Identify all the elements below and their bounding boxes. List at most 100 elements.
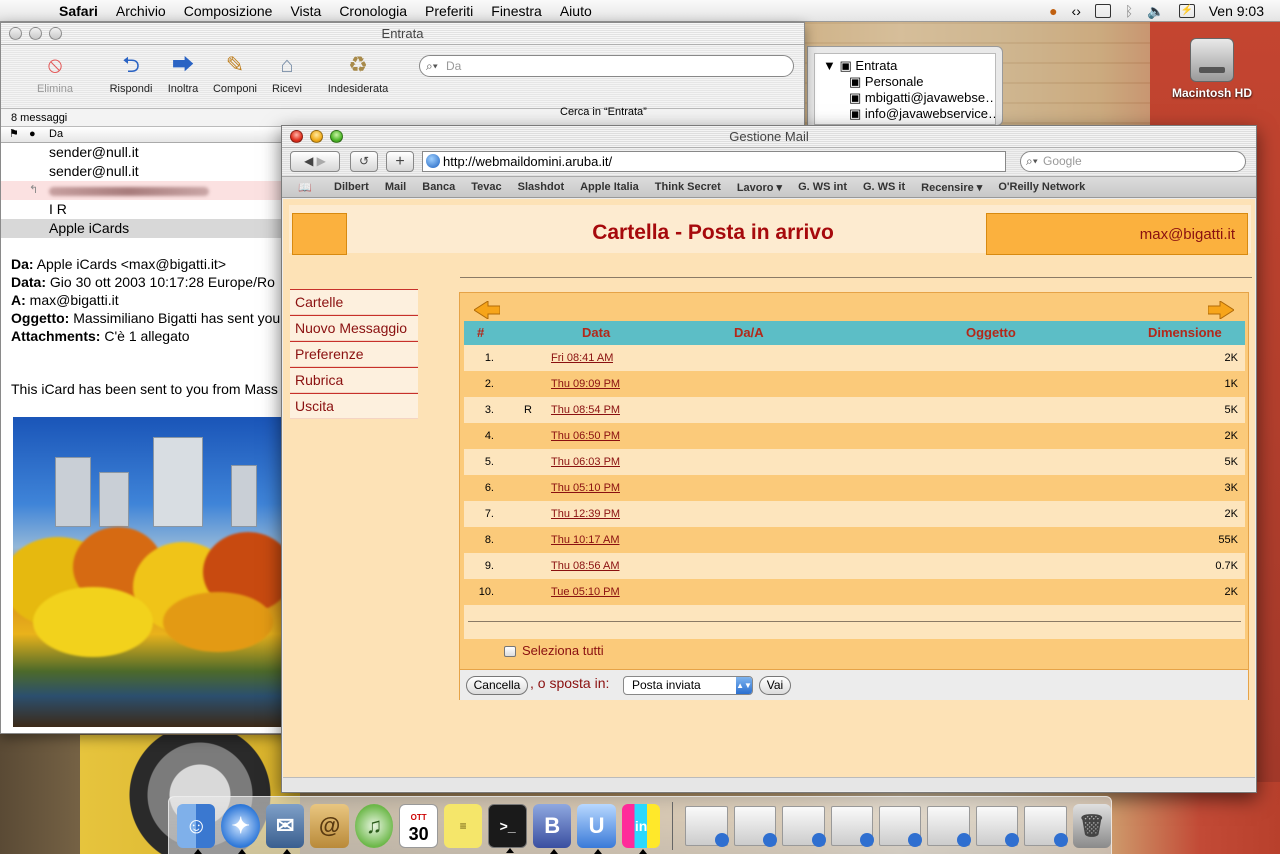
column-size[interactable]: Dimensione (1148, 321, 1222, 345)
table-row[interactable]: 1.Fri 08:41 AMGianfranco 2K (464, 345, 1245, 371)
minimized-window-icon[interactable] (878, 805, 923, 847)
forward-arrow-icon[interactable]: ▶ (317, 154, 326, 168)
table-row[interactable]: 2.Thu 09:09 PMCabel Sasser[eList T] Newe… (464, 371, 1245, 397)
minimized-window-icon[interactable] (733, 805, 778, 847)
trash-icon[interactable]: 🗑 (1072, 803, 1111, 848)
drawer-item-entrata[interactable]: ▼ ▣ Entrata (823, 58, 995, 74)
display-icon[interactable] (1094, 4, 1111, 18)
mail-titlebar[interactable]: Entrata (1, 23, 804, 45)
minimized-window-icon[interactable] (830, 805, 875, 847)
menubar-clock[interactable]: Ven 9:03 (1209, 3, 1264, 19)
minimized-window-icon[interactable] (1024, 805, 1068, 847)
row-date-link[interactable]: Thu 08:56 AM (551, 553, 620, 579)
safari-icon[interactable]: ✦ (221, 803, 260, 854)
bookmark-think-secret[interactable]: Think Secret (647, 181, 729, 193)
previous-page-arrow-icon[interactable] (474, 301, 500, 319)
address-book-icon[interactable]: @ (310, 803, 349, 848)
table-row[interactable]: 9.Thu 08:56 AM Password Reset0.7K (464, 553, 1245, 579)
mail-search-input[interactable]: ⌕▾ Da (419, 55, 794, 77)
safari-titlebar[interactable]: Gestione Mail (282, 126, 1256, 148)
column-from[interactable]: Da/A (734, 321, 764, 345)
mail-icon[interactable]: ✉ (265, 803, 305, 854)
close-button[interactable] (9, 27, 22, 40)
status-menu-icon[interactable]: ● (1049, 3, 1057, 19)
close-button[interactable] (290, 130, 303, 143)
go-button[interactable]: Vai (759, 676, 791, 695)
battery-icon[interactable]: ⚡ (1178, 4, 1195, 18)
row-date-link[interactable]: Tue 05:10 PM (551, 579, 620, 605)
minimize-button[interactable] (310, 130, 323, 143)
drawer-item-mbigatti[interactable]: ▣ mbigatti@javawebse… (823, 90, 995, 106)
table-row[interactable]: 7.Thu 12:39 PMI Run consiglio2K (464, 501, 1245, 527)
flag-column-icon[interactable]: ⚑ (9, 127, 19, 142)
itunes-icon[interactable]: ♫ (354, 803, 394, 848)
nav-cartelle[interactable]: Cartelle (290, 289, 418, 315)
stickies-icon[interactable]: ≡ (443, 803, 483, 848)
menu-cronologia[interactable]: Cronologia (330, 3, 416, 19)
select-all[interactable]: Seleziona tutti (504, 643, 604, 659)
minimized-window-icon[interactable] (927, 805, 972, 847)
column-subject[interactable]: Oggetto (966, 321, 1016, 345)
bookmark-dilbert[interactable]: Dilbert (326, 181, 377, 193)
bbedit-icon[interactable]: B (532, 803, 572, 854)
bookmark-banca[interactable]: Banca (414, 181, 463, 193)
select-all-checkbox[interactable] (504, 646, 516, 657)
nav-uscita[interactable]: Uscita (290, 393, 418, 419)
reply-button[interactable]: ⮌ Rispondi (105, 51, 157, 95)
minimized-window-icon[interactable] (782, 805, 826, 847)
column-from[interactable]: Da (49, 127, 63, 142)
drawer-item-personale[interactable]: ▣ Personale (823, 74, 995, 90)
bookmark-mail[interactable]: Mail (377, 181, 414, 193)
nav-preferenze[interactable]: Preferenze (290, 341, 418, 367)
menu-finestra[interactable]: Finestra (482, 3, 551, 19)
row-date-link[interactable]: Thu 12:39 PM (551, 501, 620, 527)
back-arrow-icon[interactable]: ◀ (304, 154, 313, 168)
row-date-link[interactable]: Thu 08:54 PM (551, 397, 620, 423)
google-search-input[interactable]: ⌕▾ Google (1020, 151, 1246, 172)
finder-icon[interactable]: ☺ (177, 803, 216, 854)
forward-button[interactable]: ⮕ Inoltra (163, 51, 203, 95)
menu-composizione[interactable]: Composizione (175, 3, 282, 19)
bookmark-oreilly[interactable]: O'Reilly Network (990, 181, 1093, 193)
script-menu-icon[interactable]: ‹› (1072, 3, 1081, 19)
row-date-link[interactable]: Thu 06:03 PM (551, 449, 620, 475)
delete-button[interactable]: ⦸ Elimina (34, 51, 76, 95)
row-date-link[interactable]: Thu 09:09 PM (551, 371, 620, 397)
in1-icon[interactable]: in (621, 803, 661, 854)
row-date-link[interactable]: Fri 08:41 AM (551, 345, 613, 371)
folder-select[interactable]: Posta inviata ▲▼ (623, 676, 753, 695)
minimized-window-icon[interactable] (975, 805, 1020, 847)
bookmark-recensire[interactable]: Recensire ▾ (913, 181, 990, 194)
status-column-icon[interactable]: ● (29, 127, 36, 142)
add-bookmark-button[interactable]: + (386, 151, 414, 172)
reload-button[interactable]: ↺ (350, 151, 378, 172)
editor-icon[interactable]: U (577, 803, 616, 854)
table-row[interactable]: 10.Tue 05:10 PM Consiglio Web Services: … (464, 579, 1245, 605)
cancel-button[interactable]: Cancella (466, 676, 528, 695)
column-date[interactable]: Data (582, 321, 610, 345)
table-row[interactable]: 5.Thu 06:03 PM orologio a mano...5K (464, 449, 1245, 475)
menu-archivio[interactable]: Archivio (107, 3, 175, 19)
minimize-button[interactable] (29, 27, 42, 40)
bookmark-lavoro[interactable]: Lavoro ▾ (729, 181, 790, 194)
receive-button[interactable]: ⌂ Ricevi (267, 51, 307, 95)
menu-vista[interactable]: Vista (281, 3, 330, 19)
bookmark-tevac[interactable]: Tevac (463, 181, 509, 193)
next-page-arrow-icon[interactable] (1208, 301, 1234, 319)
back-forward-buttons[interactable]: ◀ ▶ (290, 151, 340, 172)
menu-aiuto[interactable]: Aiuto (551, 3, 601, 19)
table-row[interactable]: 6.Thu 05:10 PMapplestore.it@euro.apple.c… (464, 475, 1245, 501)
macintosh-hd[interactable]: Macintosh HD (1162, 38, 1262, 100)
bookmark-gws-it[interactable]: G. WS it (855, 181, 913, 193)
bookmark-apple-italia[interactable]: Apple Italia (572, 181, 647, 193)
bookmark-slashdot[interactable]: Slashdot (510, 181, 572, 193)
horizontal-scrollbar[interactable] (283, 777, 1255, 791)
bookmarks-book-icon[interactable]: 📖 (298, 181, 316, 194)
compose-button[interactable]: ✎ Componi (209, 51, 261, 95)
ical-icon[interactable]: OTT 30 (399, 803, 438, 848)
table-row[interactable]: 8.Thu 10:17 AMApple iCardsMassimiliano B… (464, 527, 1245, 553)
row-date-link[interactable]: Thu 05:10 PM (551, 475, 620, 501)
row-date-link[interactable]: Thu 10:17 AM (551, 527, 620, 553)
nav-rubrica[interactable]: Rubrica (290, 367, 418, 393)
bluetooth-icon[interactable]: ᛒ (1125, 3, 1133, 19)
